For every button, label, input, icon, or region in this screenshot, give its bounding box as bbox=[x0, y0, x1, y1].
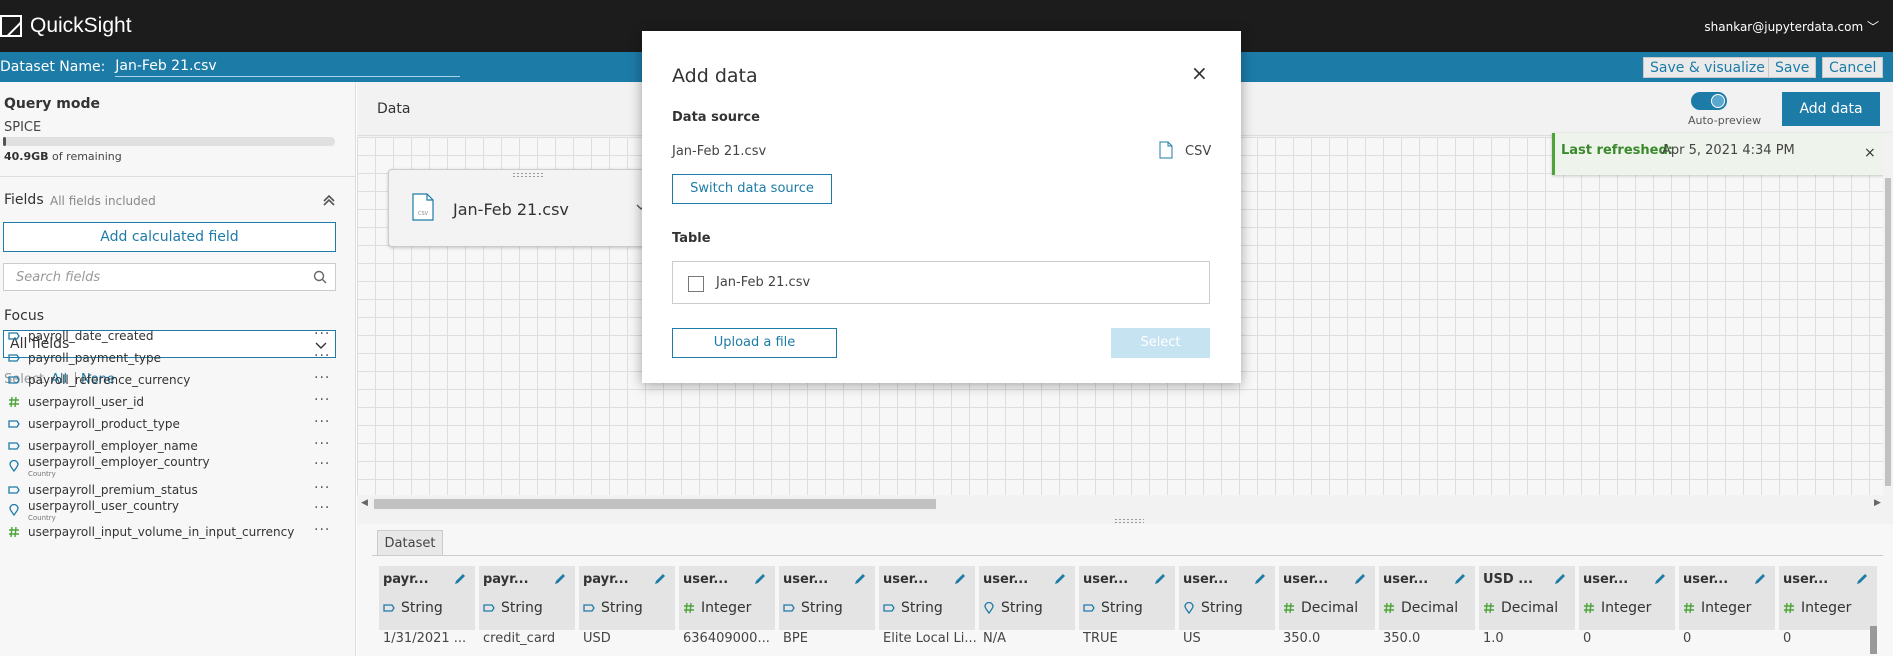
data-source-name: Jan-Feb 21.csv bbox=[672, 144, 767, 159]
table-checkbox[interactable] bbox=[688, 276, 704, 292]
close-icon[interactable]: × bbox=[1191, 61, 1208, 85]
data-source-type: CSV bbox=[1185, 144, 1212, 159]
table-name[interactable]: Jan-Feb 21.csv bbox=[716, 275, 810, 290]
table-label: Table bbox=[672, 231, 711, 246]
data-source-label: Data source bbox=[672, 110, 760, 125]
select-button[interactable]: Select bbox=[1111, 328, 1210, 358]
upload-file-button[interactable]: Upload a file bbox=[672, 328, 837, 358]
modal-title: Add data bbox=[672, 65, 758, 87]
switch-data-source-button[interactable]: Switch data source bbox=[672, 174, 832, 204]
csv-file-icon bbox=[1159, 141, 1173, 159]
add-data-modal: Add data × Data source Jan-Feb 21.csv CS… bbox=[642, 31, 1241, 383]
